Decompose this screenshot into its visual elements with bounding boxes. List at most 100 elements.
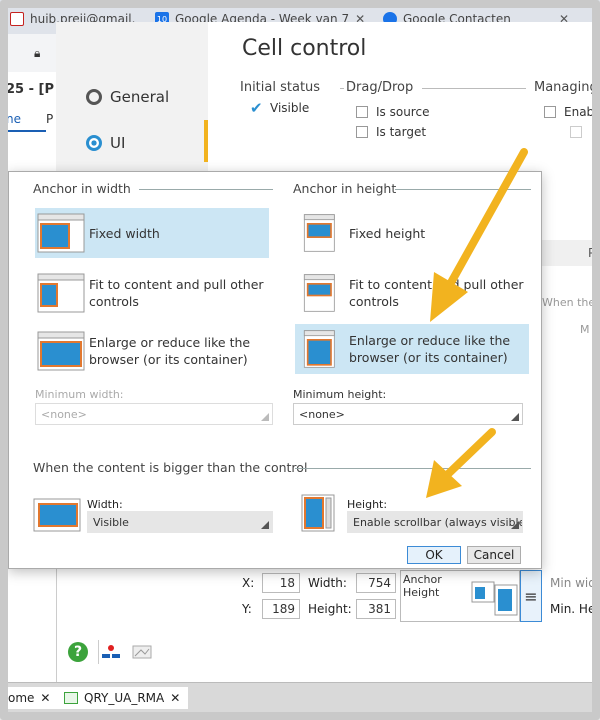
help-icon[interactable]: ? xyxy=(68,642,88,662)
anchor-dialog: Anchor in width Anchor in height Fixed w… xyxy=(8,171,542,569)
right-header: P xyxy=(542,240,600,266)
fit-height-icon xyxy=(303,274,335,312)
overflow-width-combo[interactable]: Visible xyxy=(87,511,273,533)
min-width-combo[interactable]: <none> xyxy=(35,403,273,425)
height-label: Height: xyxy=(308,602,352,616)
divider xyxy=(422,88,526,89)
right-p: P xyxy=(588,246,596,260)
divider xyxy=(295,468,531,469)
min-width-partial: Min wid xyxy=(550,576,596,590)
tab-label: QRY_UA_RMA xyxy=(84,691,165,705)
gmail-icon xyxy=(10,12,24,26)
ok-button[interactable]: OK xyxy=(407,546,461,564)
fit-height-option[interactable]: Fit to content and pull other controls xyxy=(295,268,529,318)
anchor-preview-icon xyxy=(471,581,518,616)
anchor-height-label: Height xyxy=(403,586,440,599)
overflow-width-label: Width: xyxy=(87,498,123,511)
enlarge-width-icon xyxy=(37,331,85,371)
divider xyxy=(98,640,99,664)
general-icon xyxy=(86,89,102,105)
min-height-partial: Min. He xyxy=(550,602,596,616)
option-label: Enlarge or reduce like the browser (or i… xyxy=(89,335,251,367)
is-source-label: Is source xyxy=(376,105,430,119)
min-height-label: Minimum height: xyxy=(293,388,387,401)
is-target-label: Is target xyxy=(376,125,427,139)
combo-value: Enable scrollbar (always visible xyxy=(353,516,523,529)
tab-label: ome xyxy=(8,691,35,705)
document-tabs: ome ✕ QRY_UA_RMA ✕ xyxy=(0,682,600,712)
min-height-combo[interactable]: <none> xyxy=(293,403,523,425)
fixed-width-icon xyxy=(37,213,85,253)
enable-label: Enabl xyxy=(564,105,598,119)
is-target-checkbox[interactable] xyxy=(356,126,368,138)
align-icon[interactable] xyxy=(102,644,122,660)
sub-checkbox[interactable] xyxy=(570,126,582,138)
option-label: Fixed width xyxy=(89,225,160,241)
x-input[interactable]: 18 xyxy=(262,573,300,593)
visible-label: Visible xyxy=(270,101,310,115)
is-source-checkbox[interactable] xyxy=(356,106,368,118)
width-label: Width: xyxy=(308,576,347,590)
property-nav: General UI xyxy=(56,22,208,172)
option-label: Fixed height xyxy=(349,225,426,241)
tab-home[interactable]: ome ✕ xyxy=(0,687,59,709)
option-label: Fit to content and pull other controls xyxy=(89,277,264,309)
overflow-height-combo[interactable]: Enable scrollbar (always visible xyxy=(347,511,523,533)
combo-arrow-icon xyxy=(511,521,519,529)
fixed-width-option[interactable]: Fixed width xyxy=(35,208,269,258)
overflow-heading: When the content is bigger than the cont… xyxy=(33,460,308,475)
divider xyxy=(340,88,344,89)
combo-arrow-icon xyxy=(511,413,519,421)
anchor-width-heading: Anchor in width xyxy=(33,181,131,196)
enlarge-width-option[interactable]: Enlarge or reduce like the browser (or i… xyxy=(35,326,269,376)
close-icon[interactable]: ✕ xyxy=(40,691,50,705)
overflow-width-icon xyxy=(33,498,81,532)
min-width-label: Minimum width: xyxy=(35,388,124,401)
combo-arrow-icon xyxy=(261,413,269,421)
dragdrop-heading: Drag/Drop xyxy=(346,80,414,95)
query-icon xyxy=(64,692,78,704)
nav-label: General xyxy=(110,88,170,106)
overflow-height-icon xyxy=(301,494,335,532)
menu-icon[interactable]: ≡ xyxy=(520,570,542,622)
anchor-box[interactable]: Anchor Height xyxy=(400,570,520,622)
anchor-height-heading: Anchor in height xyxy=(293,181,397,196)
page-title: Cell control xyxy=(242,36,367,61)
divider xyxy=(395,189,531,190)
app-tab-p[interactable]: P xyxy=(46,112,53,126)
y-label: Y: xyxy=(242,602,252,616)
fixed-height-option[interactable]: Fixed height xyxy=(295,208,529,258)
divider xyxy=(139,189,273,190)
combo-value: <none> xyxy=(299,408,345,421)
tab-qry-ua-rma[interactable]: QRY_UA_RMA ✕ xyxy=(56,687,189,709)
width-input[interactable]: 754 xyxy=(356,573,396,593)
cancel-button[interactable]: Cancel xyxy=(467,546,521,564)
combo-value: <none> xyxy=(41,408,87,421)
nav-general[interactable]: General xyxy=(86,88,169,106)
close-icon[interactable]: ✕ xyxy=(170,691,180,705)
record-label: 25 - [P xyxy=(6,82,55,97)
enlarge-height-icon xyxy=(303,330,335,368)
fit-width-option[interactable]: Fit to content and pull other controls xyxy=(35,268,269,318)
y-input[interactable]: 189 xyxy=(262,599,300,619)
eye-icon xyxy=(86,135,102,151)
app-tab-me[interactable]: ne xyxy=(6,112,21,126)
lock-icon: 🔒︎ xyxy=(34,46,41,60)
anchor-label: Anchor xyxy=(403,573,442,586)
nav-selection-marker xyxy=(204,120,208,162)
option-label: Fit to content and pull other controls xyxy=(349,277,524,309)
fit-width-icon xyxy=(37,273,85,313)
combo-arrow-icon xyxy=(261,521,269,529)
nav-ui[interactable]: UI xyxy=(86,134,125,152)
combo-value: Visible xyxy=(93,516,129,529)
right-m: M xyxy=(580,323,590,336)
height-input[interactable]: 381 xyxy=(356,599,396,619)
fixed-height-icon xyxy=(303,214,335,252)
enlarge-height-option[interactable]: Enlarge or reduce like the browser (or i… xyxy=(295,324,529,374)
x-label: X: xyxy=(242,576,255,590)
enable-checkbox[interactable] xyxy=(544,106,556,118)
image-icon[interactable] xyxy=(132,644,152,660)
right-when: When the xyxy=(542,296,596,309)
nav-label: UI xyxy=(110,134,126,152)
visible-checkbox-check-icon[interactable]: ✔ xyxy=(250,99,263,117)
